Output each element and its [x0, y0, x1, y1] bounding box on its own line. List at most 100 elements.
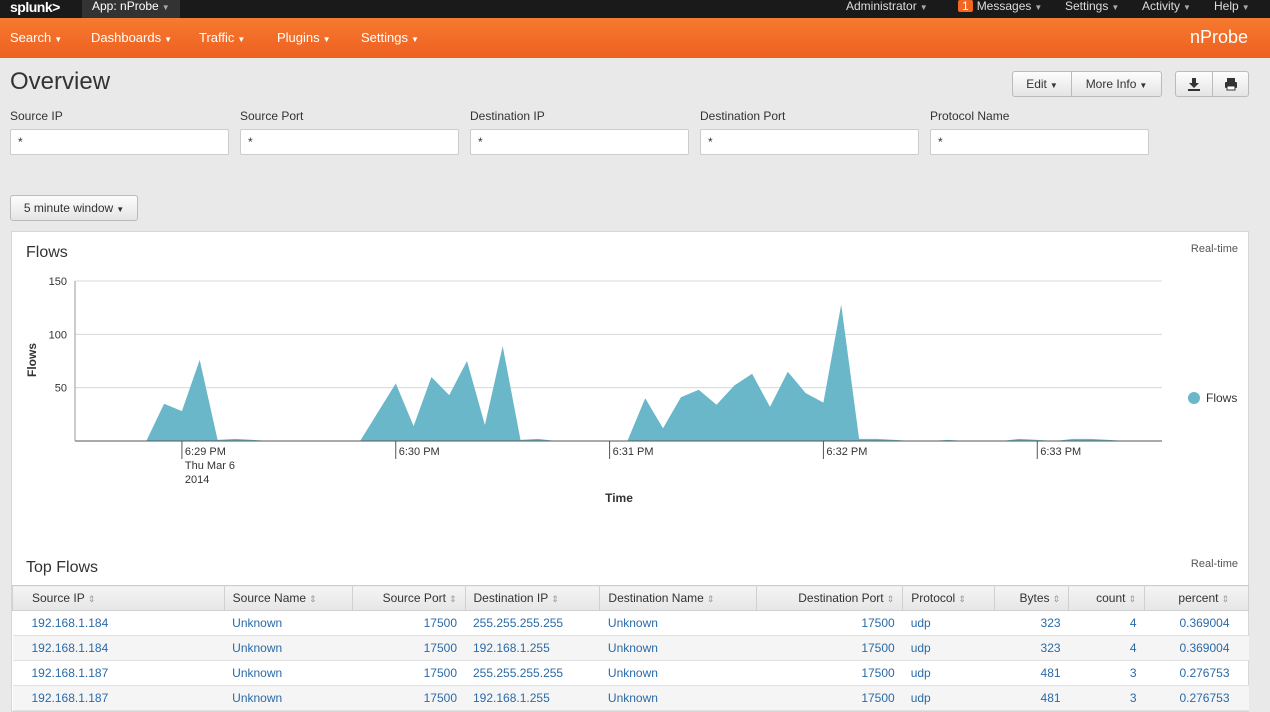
table-row[interactable]: 192.168.1.184 Unknown 17500 192.168.1.255 Un…: [12, 635, 1249, 661]
cell-destination-port[interactable]: 17500: [756, 660, 903, 686]
cell-source-ip[interactable]: 192.168.1.187: [12, 660, 225, 686]
cell-destination-port[interactable]: 17500: [756, 685, 903, 711]
destination-ip-label: Destination IP: [470, 109, 545, 123]
time-window-dropdown[interactable]: 5 minute window ▼: [10, 195, 138, 221]
nav-traffic[interactable]: Traffic ▼: [199, 30, 245, 45]
column-header-label: Destination IP: [473, 591, 549, 605]
cell-destination-name[interactable]: Unknown: [599, 660, 757, 686]
chevron-down-icon: ▼: [164, 35, 173, 44]
cell-destination-ip[interactable]: 255.255.255.255: [465, 610, 600, 636]
cell-destination-port[interactable]: 17500: [756, 610, 903, 636]
chevron-down-icon: ▼: [116, 205, 125, 214]
print-button[interactable]: [1212, 71, 1249, 97]
cell-destination-name[interactable]: Unknown: [599, 685, 757, 711]
app-menu[interactable]: App: nProbe ▼: [82, 0, 180, 18]
nav-dashboards[interactable]: Dashboards ▼: [91, 30, 172, 45]
settings-menu[interactable]: Settings ▼: [1065, 0, 1119, 18]
nav-settings[interactable]: Settings ▼: [361, 30, 419, 45]
cell-count[interactable]: 3: [1068, 660, 1145, 686]
column-header-protocol[interactable]: Protocol ⇕: [902, 585, 996, 611]
sort-icon: ⇕: [1221, 594, 1229, 604]
column-header-destination-port[interactable]: Destination Port ⇕: [756, 585, 904, 611]
cell-protocol[interactable]: udp: [902, 685, 995, 711]
cell-source-port[interactable]: 17500: [352, 685, 465, 711]
cell-protocol[interactable]: udp: [902, 610, 995, 636]
messages-label: Messages: [976, 0, 1032, 13]
activity-menu[interactable]: Activity ▼: [1142, 0, 1191, 18]
cell-destination-ip[interactable]: 192.168.1.255: [465, 635, 600, 661]
column-header-percent[interactable]: percent ⇕: [1144, 585, 1249, 611]
admin-menu[interactable]: Administrator ▼: [846, 0, 928, 18]
sort-icon: ⇕: [87, 594, 96, 604]
sort-icon: ⇕: [1052, 594, 1061, 604]
cell-protocol[interactable]: udp: [902, 660, 995, 686]
column-header-source-ip[interactable]: Source IP ⇕: [12, 585, 225, 611]
cell-source-name[interactable]: Unknown: [224, 610, 353, 636]
cell-bytes[interactable]: 481: [994, 685, 1069, 711]
column-header-label: Destination Port: [798, 591, 884, 605]
cell-source-port[interactable]: 17500: [352, 635, 465, 661]
column-header-count[interactable]: count ⇕: [1068, 585, 1145, 611]
destination-port-input[interactable]: *: [700, 129, 919, 155]
protocol-name-input[interactable]: *: [930, 129, 1149, 155]
cell-bytes[interactable]: 323: [994, 635, 1069, 661]
chevron-down-icon: ▼: [919, 3, 928, 12]
cell-source-ip[interactable]: 192.168.1.184: [12, 610, 225, 636]
table-row[interactable]: 192.168.1.187 Unknown 17500 192.168.1.255 Un…: [12, 685, 1249, 711]
more-info-button[interactable]: More Info ▼: [1071, 71, 1162, 97]
column-header-bytes[interactable]: Bytes ⇕: [994, 585, 1070, 611]
cell-source-port[interactable]: 17500: [352, 610, 465, 636]
nav-plugins[interactable]: Plugins ▼: [277, 30, 331, 45]
cell-source-name[interactable]: Unknown: [224, 685, 353, 711]
chevron-down-icon: ▼: [322, 35, 331, 44]
dashboard-panels: Flows Real-time 150 100 50 6:29 PM Thu Mar 6…: [11, 231, 1249, 712]
cell-percent[interactable]: 0.369004: [1144, 635, 1249, 661]
y-tick-label: 100: [49, 329, 67, 341]
activity-label: Activity: [1142, 0, 1181, 13]
messages-menu[interactable]: 1 Messages ▼: [958, 0, 1042, 18]
source-port-label: Source Port: [240, 109, 304, 123]
cell-percent[interactable]: 0.276753: [1144, 660, 1249, 686]
destination-ip-input[interactable]: *: [470, 129, 689, 155]
cell-source-port[interactable]: 17500: [352, 660, 465, 686]
sort-icon: ⇕: [448, 594, 457, 604]
cell-source-name[interactable]: Unknown: [224, 635, 353, 661]
messages-count-badge: 1: [958, 0, 973, 12]
cell-bytes[interactable]: 481: [994, 660, 1069, 686]
legend-swatch-flows: [1188, 392, 1200, 404]
column-header-source-port[interactable]: Source Port ⇕: [351, 585, 466, 611]
help-menu[interactable]: Help ▼: [1214, 0, 1250, 18]
download-button[interactable]: [1175, 71, 1213, 97]
edit-button[interactable]: Edit ▼: [1012, 71, 1072, 97]
chevron-down-icon: ▼: [1241, 3, 1250, 12]
source-port-input[interactable]: *: [240, 129, 459, 155]
column-header-label: Source Port: [382, 591, 446, 605]
x-tick-label: 6:30 PM: [399, 446, 440, 458]
cell-destination-ip[interactable]: 192.168.1.255: [465, 685, 600, 711]
column-header-source-name[interactable]: Source Name ⇕: [223, 585, 353, 611]
cell-source-ip[interactable]: 192.168.1.184: [12, 635, 225, 661]
cell-destination-name[interactable]: Unknown: [599, 610, 757, 636]
cell-percent[interactable]: 0.276753: [1144, 685, 1249, 711]
cell-source-name[interactable]: Unknown: [224, 660, 353, 686]
cell-protocol[interactable]: udp: [902, 635, 995, 661]
nav-search[interactable]: Search ▼: [10, 30, 62, 45]
column-header-destination-name[interactable]: Destination Name ⇕: [599, 585, 758, 611]
cell-destination-ip[interactable]: 255.255.255.255: [465, 660, 600, 686]
cell-count[interactable]: 4: [1068, 610, 1145, 636]
cell-bytes[interactable]: 323: [994, 610, 1069, 636]
column-header-destination-ip[interactable]: Destination IP ⇕: [464, 585, 601, 611]
cell-count[interactable]: 4: [1068, 635, 1145, 661]
table-row[interactable]: 192.168.1.184 Unknown 17500 255.255.255.255…: [12, 610, 1249, 636]
table-row[interactable]: 192.168.1.187 Unknown 17500 255.255.255.255…: [12, 660, 1249, 686]
cell-source-ip[interactable]: 192.168.1.187: [12, 685, 225, 711]
chevron-down-icon: ▼: [54, 35, 63, 44]
cell-destination-name[interactable]: Unknown: [599, 635, 757, 661]
cell-percent[interactable]: 0.369004: [1144, 610, 1249, 636]
splunk-logo[interactable]: splunk>: [10, 0, 60, 15]
download-icon: [1188, 78, 1200, 91]
cell-destination-port[interactable]: 17500: [756, 635, 903, 661]
x-tick-label: 6:32 PM: [826, 446, 867, 458]
cell-count[interactable]: 3: [1068, 685, 1145, 711]
source-ip-input[interactable]: *: [10, 129, 229, 155]
